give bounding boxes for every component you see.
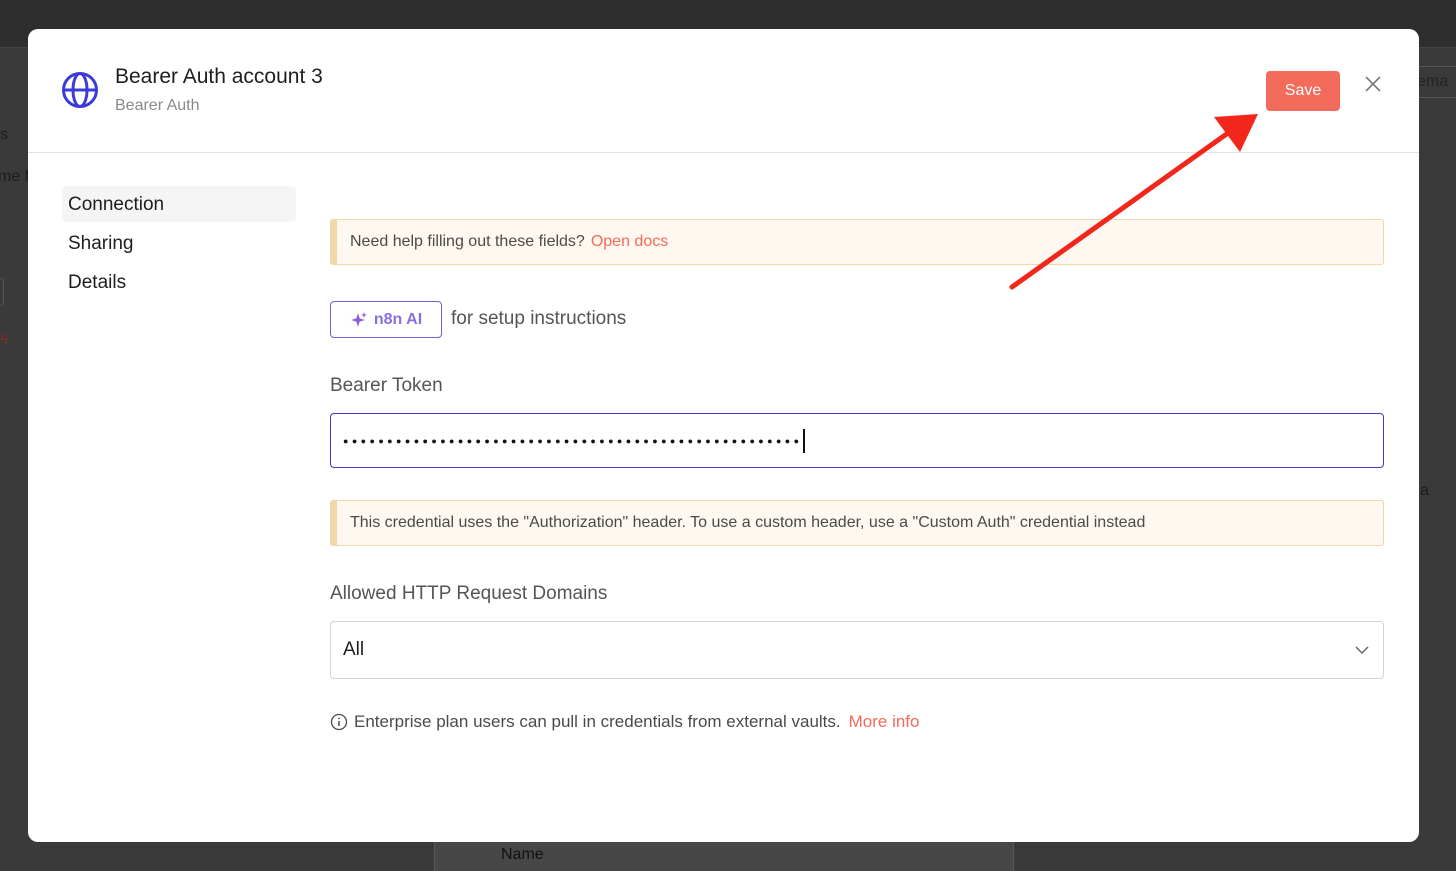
- background-column-header: Name: [501, 846, 544, 863]
- n8n-ai-button[interactable]: n8n AI: [330, 301, 442, 338]
- allowed-domains-label: Allowed HTTP Request Domains: [330, 583, 608, 604]
- globe-icon: [62, 72, 98, 108]
- bolt-icon: ϟ: [0, 332, 9, 349]
- background-text-fragment: me f: [0, 168, 30, 185]
- background-text-fragment: s: [0, 126, 8, 143]
- modal-subtitle: Bearer Auth: [115, 97, 200, 114]
- info-icon: [330, 713, 348, 731]
- close-icon[interactable]: [1362, 73, 1384, 95]
- ai-instructions-text: for setup instructions: [451, 308, 627, 329]
- open-docs-link[interactable]: Open docs: [591, 233, 668, 250]
- save-button[interactable]: Save: [1266, 71, 1340, 111]
- bearer-token-input[interactable]: ●●●●●●●●●●●●●●●●●●●●●●●●●●●●●●●●●●●●●●●●…: [330, 413, 1384, 468]
- enterprise-note-text: Enterprise plan users can pull in creden…: [354, 712, 841, 731]
- n8n-ai-label: n8n AI: [373, 310, 423, 328]
- background-text-fragment: a: [1420, 482, 1429, 499]
- sidebar-item-connection[interactable]: Connection: [62, 186, 296, 222]
- help-callout: Need help filling out these fields? Open …: [330, 219, 1384, 265]
- background-control: [0, 278, 4, 306]
- authorization-header-text: This credential uses the "Authorization"…: [350, 514, 1146, 531]
- sparkle-icon: [350, 311, 367, 327]
- allowed-domains-value: All: [343, 639, 365, 660]
- sidebar-item-sharing[interactable]: Sharing: [62, 225, 296, 261]
- modal-title: Bearer Auth account 3: [115, 65, 323, 88]
- help-callout-text: Need help filling out these fields?: [350, 233, 585, 250]
- authorization-header-callout: This credential uses the "Authorization"…: [330, 500, 1384, 546]
- sidebar-item-details[interactable]: Details: [62, 264, 296, 300]
- bearer-token-label: Bearer Token: [330, 375, 443, 396]
- allowed-domains-select[interactable]: All: [330, 621, 1384, 679]
- modal-header: Bearer Auth account 3 Bearer Auth Save: [28, 29, 1419, 153]
- chevron-down-icon: [1355, 646, 1369, 655]
- credential-modal: Bearer Auth account 3 Bearer Auth Save C…: [28, 29, 1419, 842]
- text-caret: [803, 428, 805, 453]
- bearer-token-value: ●●●●●●●●●●●●●●●●●●●●●●●●●●●●●●●●●●●●●●●●…: [343, 435, 803, 446]
- more-info-link[interactable]: More info: [849, 712, 920, 732]
- enterprise-note: Enterprise plan users can pull in creden…: [330, 712, 920, 732]
